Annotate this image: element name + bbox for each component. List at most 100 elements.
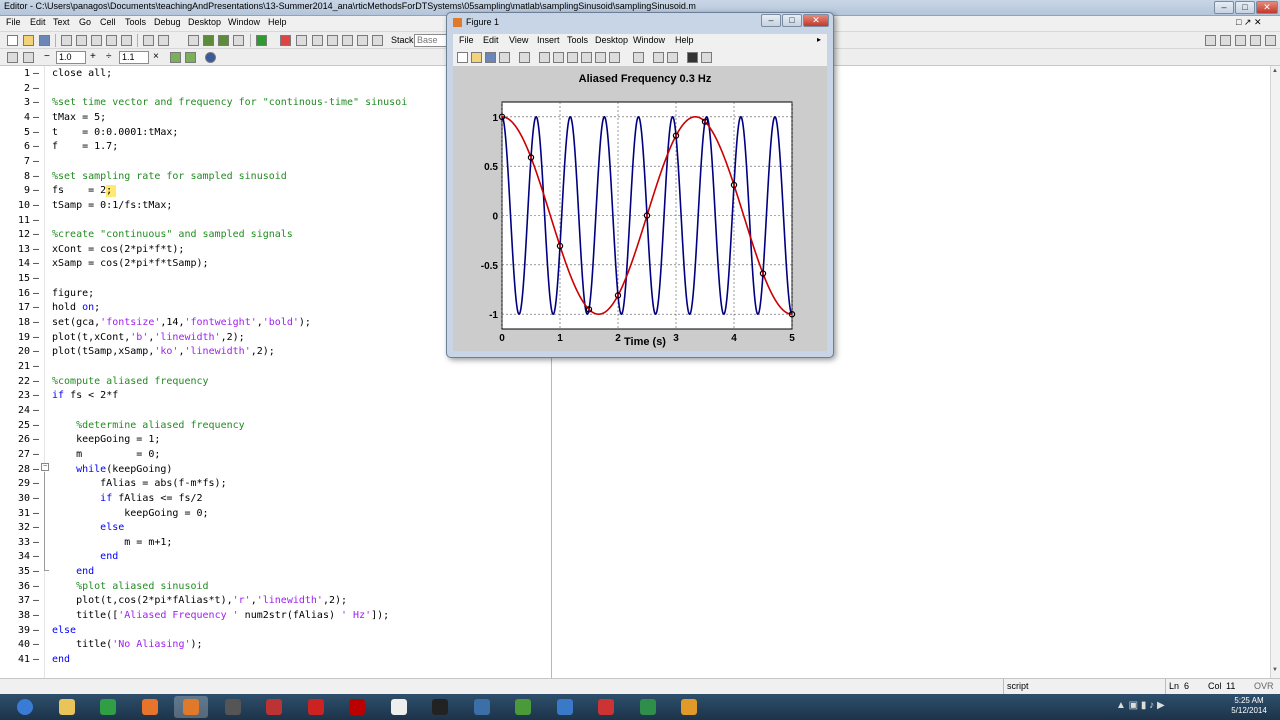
cell-multiply-button[interactable]: × <box>153 51 159 62</box>
calendar-icon[interactable] <box>548 696 582 718</box>
code-line[interactable]: xSamp = cos(2*pi*f*tSamp); <box>52 258 209 269</box>
code-line[interactable]: %plot aliased sinusoid <box>52 581 208 592</box>
copy-icon[interactable] <box>76 35 87 46</box>
code-line[interactable]: while(keepGoing) <box>52 464 172 475</box>
select-arrow-icon[interactable] <box>519 52 530 63</box>
link-icon[interactable] <box>633 52 644 63</box>
code-line[interactable]: keepGoing = 1; <box>52 434 160 445</box>
scroll-down-icon[interactable]: ▼ <box>1272 667 1279 674</box>
menu-cell[interactable]: Cell <box>100 17 116 27</box>
code-line[interactable]: xCont = cos(2*pi*f*t); <box>52 244 184 255</box>
close-button[interactable]: ✕ <box>1256 1 1278 14</box>
figure-save-icon[interactable] <box>485 52 496 63</box>
code-line[interactable]: tSamp = 0:1/fs:tMax; <box>52 200 172 211</box>
clock-date[interactable]: 5/12/2014 <box>1224 706 1274 715</box>
figure-close-button[interactable]: ✕ <box>803 14 829 27</box>
menu-text[interactable]: Text <box>53 17 70 27</box>
paste-icon[interactable] <box>91 35 102 46</box>
print-icon[interactable] <box>143 35 154 46</box>
adobe-icon[interactable] <box>257 696 291 718</box>
float-icon[interactable] <box>1250 35 1261 46</box>
zoom-in-icon[interactable] <box>539 52 550 63</box>
cell-run-icon[interactable] <box>170 52 181 63</box>
figure-maximize-button[interactable]: □ <box>782 14 802 27</box>
step-in-icon[interactable] <box>327 35 338 46</box>
code-line[interactable]: fs = 2; <box>52 185 112 196</box>
scroll-up-icon[interactable]: ▲ <box>1272 68 1279 75</box>
figure-menu-help[interactable]: Help <box>675 35 694 45</box>
run-icon[interactable] <box>256 35 267 46</box>
maximize-panel-icon[interactable] <box>1265 35 1276 46</box>
menu-go[interactable]: Go <box>79 17 91 27</box>
legend-icon[interactable] <box>667 52 678 63</box>
brush-icon[interactable] <box>609 52 620 63</box>
split-vertical-icon[interactable] <box>1235 35 1246 46</box>
figure-menu-file[interactable]: File <box>459 35 474 45</box>
figure-menu-tools[interactable]: Tools <box>567 35 588 45</box>
pdf-icon[interactable] <box>589 696 623 718</box>
function-icon[interactable] <box>233 35 244 46</box>
code-line[interactable]: m = m+1; <box>52 537 172 548</box>
code-line[interactable]: fAlias = abs(f-m*fs); <box>52 478 226 489</box>
app-icon[interactable] <box>216 696 250 718</box>
figure-new-icon[interactable] <box>457 52 468 63</box>
plot-svg[interactable]: Aliased Frequency 0.3 Hz Time (s) 0 1 2 3 4 5… <box>453 67 827 351</box>
cell-divide-button[interactable]: ÷ <box>106 51 112 62</box>
clear-breakpoints-icon[interactable] <box>296 35 307 46</box>
menu-file[interactable]: File <box>6 17 21 27</box>
figure-minimize-button[interactable]: – <box>761 14 781 27</box>
code-line[interactable]: tMax = 5; <box>52 112 106 123</box>
cell-toggle-icon[interactable] <box>23 52 34 63</box>
figure-print-icon[interactable] <box>499 52 510 63</box>
data-cursor-icon[interactable] <box>595 52 606 63</box>
cell-decrease-button[interactable]: − <box>44 51 50 62</box>
figure-menu-desktop[interactable]: Desktop <box>595 35 628 45</box>
menu-desktop[interactable]: Desktop <box>188 17 221 27</box>
figure-open-icon[interactable] <box>471 52 482 63</box>
new-file-icon[interactable] <box>7 35 18 46</box>
evernote-icon[interactable] <box>506 696 540 718</box>
show-tools-icon[interactable] <box>701 52 712 63</box>
cell-run-advance-icon[interactable] <box>185 52 196 63</box>
rotate-icon[interactable] <box>581 52 592 63</box>
figure-menu-insert[interactable]: Insert <box>537 35 560 45</box>
continue-icon[interactable] <box>357 35 368 46</box>
maximize-button[interactable]: □ <box>1235 1 1255 14</box>
python-icon[interactable] <box>465 696 499 718</box>
minimize-button[interactable]: – <box>1214 1 1234 14</box>
save-icon[interactable] <box>39 35 50 46</box>
code-line[interactable]: title(['Aliased Frequency ' num2str(fAli… <box>52 610 389 621</box>
panel-controls[interactable]: □ ↗ ✕ <box>1236 17 1262 28</box>
breakpoint-icon[interactable] <box>280 35 291 46</box>
menu-debug[interactable]: Debug <box>154 17 181 27</box>
cell-factor-input[interactable]: 1.1 <box>119 51 149 64</box>
mendeley-icon[interactable] <box>340 696 374 718</box>
code-line[interactable]: title('No Aliasing'); <box>52 639 202 650</box>
code-line[interactable]: f = 1.7; <box>52 141 118 152</box>
tray-icons[interactable]: ▲ ▣ ▮ ♪ ▶ <box>1116 700 1165 711</box>
colorbar-icon[interactable] <box>653 52 664 63</box>
explorer-icon[interactable] <box>50 696 84 718</box>
figure-menu-view[interactable]: View <box>509 35 528 45</box>
cut-icon[interactable] <box>61 35 72 46</box>
step-icon[interactable] <box>312 35 323 46</box>
menu-help[interactable]: Help <box>268 17 287 27</box>
figure-menu-window[interactable]: Window <box>633 35 665 45</box>
code-line[interactable]: else <box>52 522 124 533</box>
code-line[interactable]: else <box>52 625 76 636</box>
quicken-icon[interactable] <box>299 696 333 718</box>
figure-menu-edit[interactable]: Edit <box>483 35 499 45</box>
code-line[interactable]: end <box>52 551 118 562</box>
redo-icon[interactable] <box>121 35 132 46</box>
step-out-icon[interactable] <box>342 35 353 46</box>
cell-increase-button[interactable]: + <box>90 51 96 62</box>
tile-icon[interactable] <box>1205 35 1216 46</box>
clock-time[interactable]: 5:25 AM <box>1224 696 1274 705</box>
menu-window[interactable]: Window <box>228 17 260 27</box>
undo-icon[interactable] <box>106 35 117 46</box>
binoculars-icon[interactable] <box>188 35 199 46</box>
code-line[interactable]: %create "continuous" and sampled signals <box>52 229 293 240</box>
firefox-icon[interactable] <box>133 696 167 718</box>
find-icon[interactable] <box>158 35 169 46</box>
code-line[interactable]: t = 0:0.0001:tMax; <box>52 127 178 138</box>
